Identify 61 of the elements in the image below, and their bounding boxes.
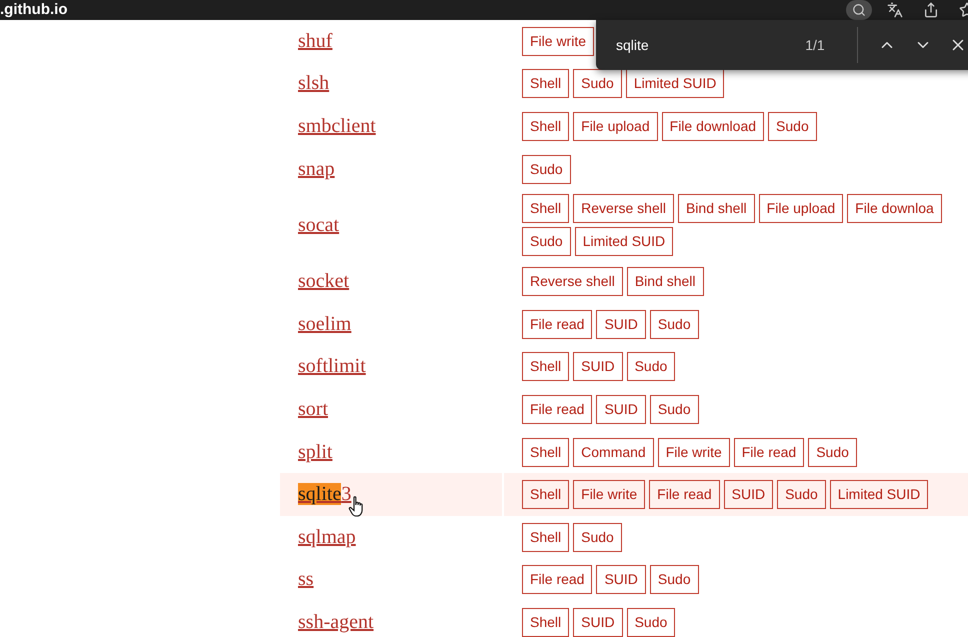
function-tag[interactable]: File read <box>522 565 592 594</box>
function-tag[interactable]: Sudo <box>650 565 699 594</box>
function-tag[interactable]: Sudo <box>522 154 571 184</box>
command-link[interactable]: socat <box>298 214 340 237</box>
command-link[interactable]: sort <box>298 398 328 421</box>
function-tag[interactable]: SUID <box>573 608 623 637</box>
function-tag[interactable]: Shell <box>522 112 570 141</box>
function-tag[interactable]: Sudo <box>650 394 699 424</box>
function-tag[interactable]: Reverse shell <box>573 194 674 224</box>
function-tag[interactable]: Sudo <box>626 608 676 637</box>
function-tag[interactable]: Shell <box>522 480 570 510</box>
command-link[interactable]: smbclient <box>298 114 376 138</box>
function-tag[interactable]: File write <box>522 26 594 56</box>
function-tag[interactable]: Sudo <box>522 227 571 256</box>
function-tag[interactable]: Shell <box>522 194 570 224</box>
function-tag[interactable]: Shell <box>522 69 570 98</box>
command-link[interactable]: snap <box>298 158 335 181</box>
find-field[interactable]: sqlite <box>614 36 806 54</box>
function-tag[interactable]: Bind shell <box>626 267 704 296</box>
function-tag[interactable]: SUID <box>724 480 774 510</box>
function-tag[interactable]: Shell <box>522 522 570 552</box>
function-tag[interactable]: Sudo <box>626 352 676 382</box>
search-icon[interactable] <box>846 0 872 20</box>
function-tag[interactable]: File read <box>522 394 592 424</box>
function-tag[interactable]: Sudo <box>650 310 699 339</box>
command-link[interactable]: split <box>298 440 332 464</box>
command-link[interactable]: slsh <box>298 72 330 96</box>
function-tag[interactable]: Command <box>573 438 654 467</box>
function-tag[interactable]: Shell <box>522 438 570 467</box>
function-tag[interactable]: Reverse shell <box>522 267 623 296</box>
match-count: 1/1 <box>805 37 826 53</box>
function-tag[interactable]: File upload <box>758 194 844 224</box>
function-tag[interactable]: File read <box>734 438 804 467</box>
function-tag[interactable]: Limited SUID <box>574 227 674 256</box>
function-tag[interactable]: File read <box>522 310 592 339</box>
function-tag[interactable]: SUID <box>596 394 646 424</box>
command-link[interactable]: ssh-agent <box>298 610 374 634</box>
function-tag[interactable]: Shell <box>522 608 570 637</box>
address-text: .github.io <box>0 1 68 19</box>
function-tag[interactable]: SUID <box>596 310 646 339</box>
function-tag[interactable]: Limited SUID <box>830 480 928 510</box>
function-tag[interactable]: Shell <box>522 352 570 382</box>
function-tag[interactable]: File read <box>649 480 720 510</box>
function-tag[interactable]: SUID <box>573 352 623 382</box>
function-tag[interactable]: Sudo <box>808 438 857 467</box>
command-link[interactable]: soelim <box>298 312 352 336</box>
function-tag[interactable]: File upload <box>573 112 658 141</box>
function-tag[interactable]: Bind shell <box>678 194 755 224</box>
function-tag[interactable]: File downloa <box>847 194 942 224</box>
function-tag[interactable]: SUID <box>596 565 646 594</box>
command-link[interactable]: shuf <box>298 30 332 53</box>
command-link[interactable]: ss <box>298 568 314 592</box>
command-link[interactable]: softlimit <box>298 355 366 378</box>
function-tag[interactable]: Sudo <box>777 480 826 510</box>
function-tag[interactable]: File download <box>662 112 764 141</box>
function-tag[interactable]: File write <box>573 480 646 510</box>
function-tag[interactable]: Sudo <box>768 112 817 141</box>
function-tag[interactable]: Sudo <box>573 522 622 552</box>
command-link[interactable]: socket <box>298 270 350 294</box>
command-link[interactable]: sqlmap <box>298 526 356 549</box>
function-tag[interactable]: File write <box>658 438 730 467</box>
